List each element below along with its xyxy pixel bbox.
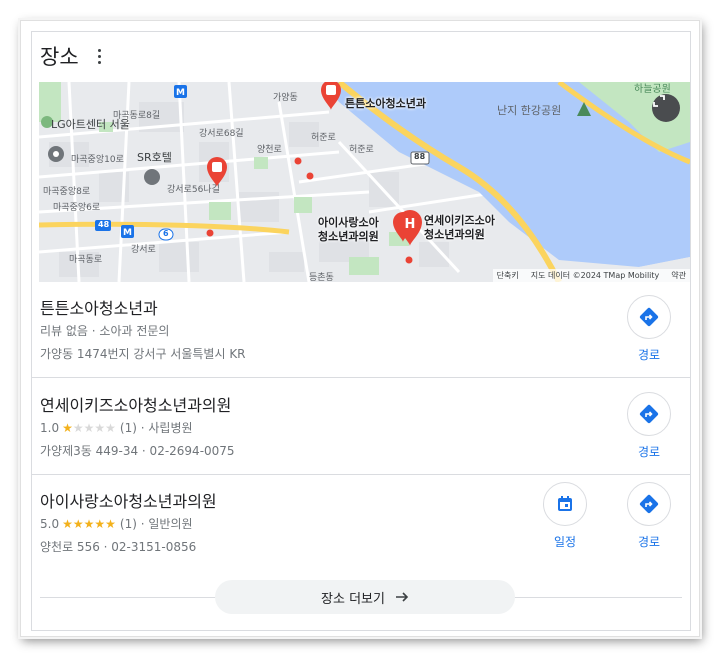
place-name[interactable]: 아이사랑소아청소년과의원 [40, 488, 217, 512]
map-data-credit: 지도 데이터 ©2024 TMap Mobility [530, 271, 660, 280]
svg-text:M: M [123, 228, 132, 238]
place-name[interactable]: 튼튼소아청소년과 [40, 295, 158, 319]
place-rating-line: 5.0 ★ ★ ★ ★ ★ (1) · 일반의원 [40, 516, 193, 532]
map-place-label[interactable]: 연세이키즈소아 [424, 214, 495, 227]
star-icon: ★ [72, 516, 84, 531]
map-label: 마곡동로 [69, 255, 103, 265]
page-title: 장소 [40, 45, 79, 69]
map-label: 허준로 [349, 145, 374, 155]
review-count: (1) [119, 516, 137, 531]
map-place-label[interactable]: 청소년과의원 [318, 230, 379, 243]
directions-button[interactable]: 경로 [619, 392, 679, 460]
map-label: 마곡중앙8로 [43, 187, 91, 197]
directions-icon [639, 404, 659, 424]
map-attribution: 단축키 지도 데이터 ©2024 TMap Mobility 약관 [492, 269, 690, 282]
list-item[interactable]: 아이사랑소아청소년과의원 5.0 ★ ★ ★ ★ ★ (1) · 일반의원 양천로 55… [32, 475, 690, 573]
directions-button[interactable]: 경로 [619, 482, 679, 550]
terms-link[interactable]: 약관 [671, 270, 686, 281]
star-icon: ★ [72, 420, 84, 435]
places-card: 장소 H M M 가양동 마곡동로8길 LG아트센터 서울 강서로68길 허준로… [31, 31, 691, 631]
review-count: (1) [119, 420, 137, 435]
map-label: 강서로68길 [199, 129, 244, 139]
map-label: 등촌동 [309, 273, 334, 282]
more-options-icon[interactable] [93, 46, 107, 66]
star-icon: ★ [94, 420, 106, 435]
map-place-label[interactable]: 청소년과의원 [424, 228, 485, 241]
map-label: 마곡중앙6로 [53, 203, 101, 213]
place-meta: 리뷰 없음 · 소아과 전문의 [40, 324, 170, 338]
place-category: 사립병원 [148, 421, 193, 435]
list-item[interactable]: 튼튼소아청소년과 리뷰 없음 · 소아과 전문의 가양동 1474번지 강서구 … [32, 285, 690, 378]
directions-button[interactable]: 경로 [619, 295, 679, 363]
map[interactable]: H M M 가양동 마곡동로8길 LG아트센터 서울 강서로68길 허준로 마곡… [39, 82, 690, 282]
directions-label: 경로 [637, 348, 661, 362]
expand-map-button[interactable] [652, 94, 680, 122]
map-label: 강서로56나길 [167, 185, 220, 195]
more-places-button[interactable]: 장소 더보기 [215, 580, 515, 614]
map-place-label[interactable]: 아이사랑소아 [318, 216, 379, 229]
rating-stars: ★ ★ ★ ★ ★ [62, 518, 116, 530]
map-label: 양천로 [257, 145, 282, 155]
rating-stars: ★ ★ ★ ★ ★ [62, 422, 116, 434]
map-label: 가양동 [273, 93, 298, 103]
route-shield: 88 [414, 152, 426, 161]
route-shield: 48 [98, 220, 110, 229]
place-address: 양천로 556 · 02-3151-0856 [40, 540, 197, 554]
calendar-icon [558, 496, 572, 511]
expand-icon [653, 95, 665, 107]
star-icon: ★ [62, 420, 73, 435]
map-label: 난지 한강공원 [497, 104, 562, 117]
svg-text:H: H [405, 217, 416, 232]
place-category: 일반의원 [148, 517, 193, 531]
directions-label: 경로 [637, 535, 661, 549]
star-icon: ★ [105, 420, 116, 435]
place-address: 가양동 1474번지 강서구 서울특별시 KR [40, 347, 246, 361]
shortcuts-link[interactable]: 단축키 [497, 270, 519, 281]
schedule-button[interactable]: 일정 [535, 482, 595, 550]
schedule-label: 일정 [553, 535, 577, 549]
rating-value: 5.0 [40, 516, 60, 531]
map-place-label[interactable]: 튼튼소아청소년과 [345, 97, 426, 110]
places-header: 장소 [40, 38, 107, 74]
map-label: 허준로 [311, 133, 336, 143]
map-label: LG아트센터 서울 [51, 118, 130, 131]
place-rating-line: 1.0 ★ ★ ★ ★ ★ (1) · 사립병원 [40, 420, 193, 436]
directions-icon [639, 307, 659, 327]
more-places-label: 장소 더보기 [321, 591, 385, 607]
directions-label: 경로 [637, 445, 661, 459]
directions-icon [639, 494, 659, 514]
svg-text:M: M [176, 88, 185, 98]
star-icon: ★ [62, 516, 73, 531]
route-shield: 6 [163, 229, 169, 238]
arrow-right-icon [395, 592, 409, 602]
map-label: SR호텔 [137, 151, 172, 164]
star-icon: ★ [94, 516, 106, 531]
rating-value: 1.0 [40, 420, 60, 435]
place-name[interactable]: 연세이키즈소아청소년과의원 [40, 392, 231, 416]
list-item[interactable]: 연세이키즈소아청소년과의원 1.0 ★ ★ ★ ★ ★ (1) · 사립병원 가양제3동… [32, 378, 690, 475]
star-icon: ★ [83, 420, 95, 435]
star-icon: ★ [105, 516, 116, 531]
star-icon: ★ [83, 516, 95, 531]
place-address: 가양제3동 449-34 · 02-2694-0075 [40, 444, 235, 458]
map-label: 마곡중앙10로 [71, 155, 124, 165]
screenshot-frame: 장소 H M M 가양동 마곡동로8길 LG아트센터 서울 강서로68길 허준로… [20, 20, 700, 637]
map-label: 강서로 [131, 245, 156, 255]
